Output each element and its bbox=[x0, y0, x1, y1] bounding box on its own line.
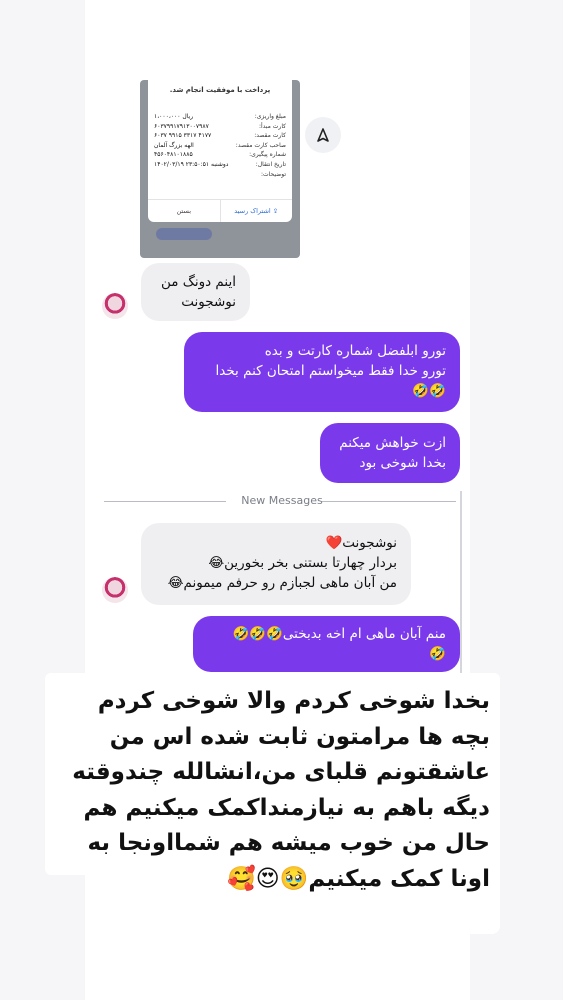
message-line: بردار چهارتا بستنی بخر بخورین😂 bbox=[208, 555, 397, 571]
caption-text: بخدا شوخی کردم والا شوخی کردم بچه ها مرا… bbox=[72, 688, 490, 892]
receipt-value: ۱،۰۰۰،۰۰۰ ریال bbox=[154, 113, 194, 120]
send-button[interactable] bbox=[305, 117, 341, 153]
message-line: من آبان ماهی لجبازم رو حرفم میمونم😂 bbox=[167, 575, 397, 591]
receipt-footer-pill bbox=[156, 228, 212, 240]
message-line: اینم دونگ من bbox=[160, 274, 236, 290]
receipt-label: تاریخ انتقال: bbox=[255, 160, 286, 168]
receipt-value: ۶۰۳۷ ۹۹۱۵ ۳۳۱۷ ۴۱۷۷ bbox=[154, 132, 212, 140]
receipt-value: ۱۴۰۲/۰۳/۱۹ دوشنبه ۲۳:۵۰:۵۱ bbox=[154, 160, 229, 168]
receipt-label: شماره پیگیری: bbox=[249, 151, 286, 159]
message-bubble-incoming[interactable]: نوشجونت❤️ بردار چهارتا بستنی بخر بخورین😂… bbox=[141, 523, 411, 605]
receipt-card: پرداخت با موفقیت انجام شد. مبلغ واریزی: ۱… bbox=[148, 80, 292, 222]
receipt-value: ۶۰۳۷۹۹۱۷۹۱۳۰۰۷۹۸۷ bbox=[154, 122, 209, 130]
message-bubble-outgoing[interactable]: تورو ابلفضل شماره کارتت و بده تورو خدا ف… bbox=[184, 332, 460, 412]
message-line: 🤣🤣 bbox=[412, 383, 446, 399]
message-line: بخدا شوخی بود bbox=[359, 455, 446, 471]
receipt-label: کارت مبدأ: bbox=[259, 122, 286, 130]
receipt-row: توضیحات: bbox=[154, 170, 286, 180]
receipt-actions: ⇪ اشتراک رسید بستن bbox=[148, 199, 292, 222]
message-line: تورو ابلفضل شماره کارتت و بده bbox=[264, 343, 446, 359]
receipt-footer bbox=[150, 226, 290, 252]
avatar[interactable] bbox=[102, 577, 128, 603]
receipt-label: کارت مقصد: bbox=[254, 132, 286, 140]
receipt-image[interactable]: پرداخت با موفقیت انجام شد. مبلغ واریزی: ۱… bbox=[140, 80, 300, 258]
message-line: نوشجونت bbox=[181, 294, 236, 310]
send-icon bbox=[317, 128, 329, 142]
receipt-row: کارت مبدأ: ۶۰۳۷۹۹۱۷۹۱۳۰۰۷۹۸۷ bbox=[154, 122, 286, 132]
receipt-rows: مبلغ واریزی: ۱،۰۰۰،۰۰۰ ریال کارت مبدأ: ۶۰۳… bbox=[154, 112, 286, 179]
message-line: منم آبان ماهی ام اخه بدبختی🤣🤣🤣 bbox=[232, 626, 446, 642]
receipt-row: تاریخ انتقال: ۱۴۰۲/۰۳/۱۹ دوشنبه ۲۳:۵۰:۵۱ bbox=[154, 160, 286, 170]
share-icon: ⇪ bbox=[270, 207, 279, 215]
receipt-title: پرداخت با موفقیت انجام شد. bbox=[169, 86, 271, 94]
scrollbar[interactable] bbox=[460, 491, 462, 679]
receipt-share-button[interactable]: ⇪ اشتراک رسید bbox=[219, 200, 293, 222]
receipt-label: صاحب کارت مقصد: bbox=[235, 141, 286, 149]
separator-line bbox=[322, 501, 456, 502]
avatar[interactable] bbox=[102, 293, 128, 319]
message-line: 🤣 bbox=[429, 646, 446, 662]
receipt-close-button[interactable]: بستن bbox=[148, 200, 220, 222]
message-line: ازت خواهش میکنم bbox=[339, 435, 446, 451]
message-line: نوشجونت❤️ bbox=[325, 535, 397, 551]
message-bubble-outgoing[interactable]: ازت خواهش میکنم بخدا شوخی بود bbox=[320, 423, 460, 483]
receipt-row: کارت مقصد: ۶۰۳۷ ۹۹۱۵ ۳۳۱۷ ۴۱۷۷ bbox=[154, 131, 286, 141]
receipt-value: ۴۵۶۰۴۸۱۰۱۸۸۵ bbox=[154, 151, 193, 159]
receipt-row: شماره پیگیری: ۴۵۶۰۴۸۱۰۱۸۸۵ bbox=[154, 150, 286, 160]
receipt-row: صاحب کارت مقصد: الهه بزرگ آلمان bbox=[154, 141, 286, 151]
message-line: تورو خدا فقط میخواستم امتحان کنم بخدا bbox=[215, 363, 446, 379]
new-messages-separator: New Messages bbox=[104, 491, 460, 511]
receipt-row: مبلغ واریزی: ۱،۰۰۰،۰۰۰ ریال bbox=[154, 112, 286, 122]
receipt-share-label: اشتراک رسید bbox=[234, 207, 271, 215]
message-bubble-outgoing[interactable]: منم آبان ماهی ام اخه بدبختی🤣🤣🤣 🤣 bbox=[193, 616, 460, 672]
message-bubble-incoming[interactable]: اینم دونگ من نوشجونت bbox=[141, 263, 250, 321]
receipt-value: الهه بزرگ آلمان bbox=[154, 141, 194, 149]
receipt-label: توضیحات: bbox=[260, 170, 286, 178]
receipt-label: مبلغ واریزی: bbox=[254, 113, 286, 120]
